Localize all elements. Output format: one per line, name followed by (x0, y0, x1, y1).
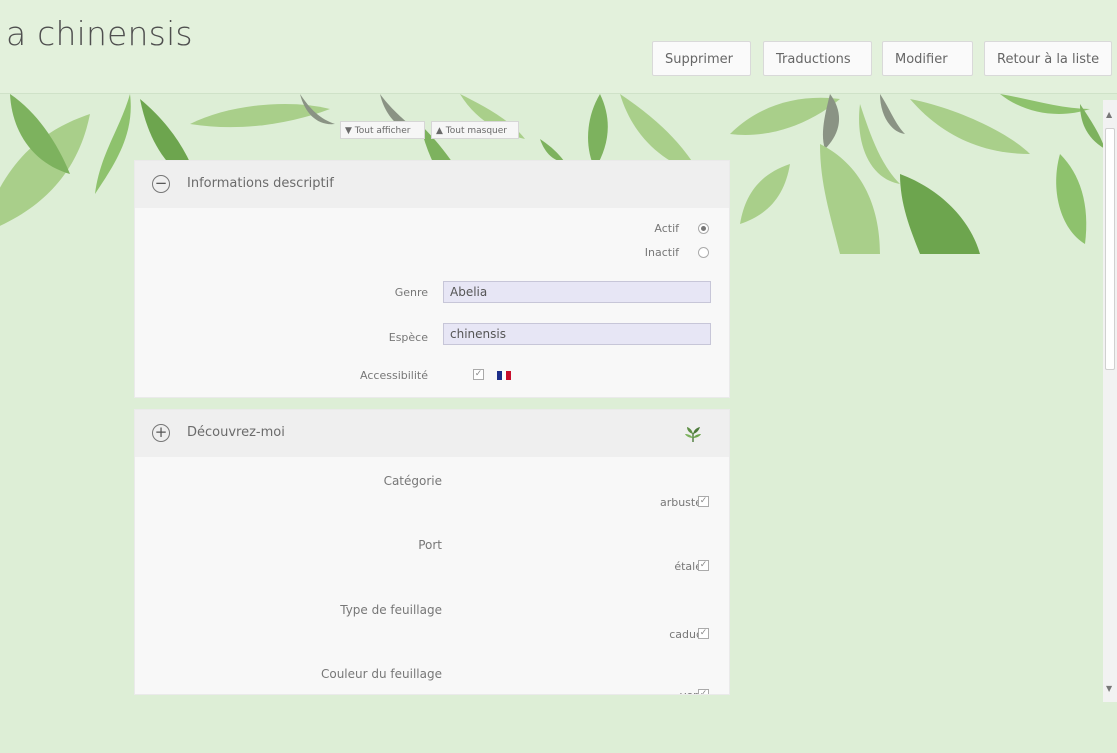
category-checkbox-icon[interactable]: ✓ (698, 496, 709, 507)
foliage-color-label: Couleur du feuillage (320, 667, 442, 681)
scroll-up-arrow-icon[interactable]: ▲ (1106, 110, 1112, 119)
scroll-thumb[interactable] (1105, 128, 1115, 370)
status-active-radio[interactable] (698, 223, 709, 234)
panel-title: Découvrez-moi (187, 425, 285, 440)
french-flag-icon (497, 371, 512, 380)
habit-checkbox-icon[interactable]: ✓ (698, 560, 709, 571)
hide-all-toggle[interactable]: ▲ Tout masquer (431, 121, 519, 139)
delete-button[interactable]: Supprimer (652, 41, 751, 76)
species-label: Espèce (388, 331, 428, 344)
descriptive-info-panel: − Informations descriptif Actif Inactif … (135, 161, 729, 397)
status-inactive-label: Inactif (644, 246, 679, 259)
foliage-color-checkbox-icon[interactable]: ✓ (698, 689, 709, 694)
foliage-type-checkbox-icon[interactable]: ✓ (698, 628, 709, 639)
descriptive-info-header[interactable]: − Informations descriptif (135, 161, 729, 208)
scroll-down-arrow-icon[interactable]: ▼ (1106, 684, 1112, 693)
page-title: a chinensis (6, 14, 193, 53)
status-active-label: Actif (654, 222, 679, 235)
vertical-scrollbar[interactable]: ▲ ▼ (1103, 100, 1117, 702)
minus-circle-icon[interactable]: − (152, 175, 170, 193)
show-all-toggle[interactable]: ▼ Tout afficher (340, 121, 425, 139)
discover-header[interactable]: + Découvrez-moi (135, 410, 729, 457)
habit-label: Port (418, 538, 442, 552)
header-bar: a chinensis Supprimer Traductions Modifi… (0, 0, 1117, 94)
accessibility-label: Accessibilité (360, 369, 428, 382)
genus-field[interactable]: Abelia (443, 281, 711, 303)
back-to-list-button[interactable]: Retour à la liste (984, 41, 1112, 76)
genus-label: Genre (394, 286, 428, 299)
plant-icon (685, 427, 701, 442)
species-field[interactable]: chinensis (443, 323, 711, 345)
foliage-type-label: Type de feuillage (340, 603, 442, 617)
discover-panel: + Découvrez-moi Catégorie arbuste ✓ Port… (135, 410, 729, 694)
status-inactive-radio[interactable] (698, 247, 709, 258)
category-value: arbuste (659, 496, 702, 509)
panel-title: Informations descriptif (187, 176, 334, 191)
accessibility-checkbox-icon[interactable]: ✓ (473, 369, 484, 380)
translations-button[interactable]: Traductions (763, 41, 872, 76)
plus-circle-icon[interactable]: + (152, 424, 170, 442)
category-label: Catégorie (383, 474, 442, 488)
edit-button[interactable]: Modifier (882, 41, 973, 76)
